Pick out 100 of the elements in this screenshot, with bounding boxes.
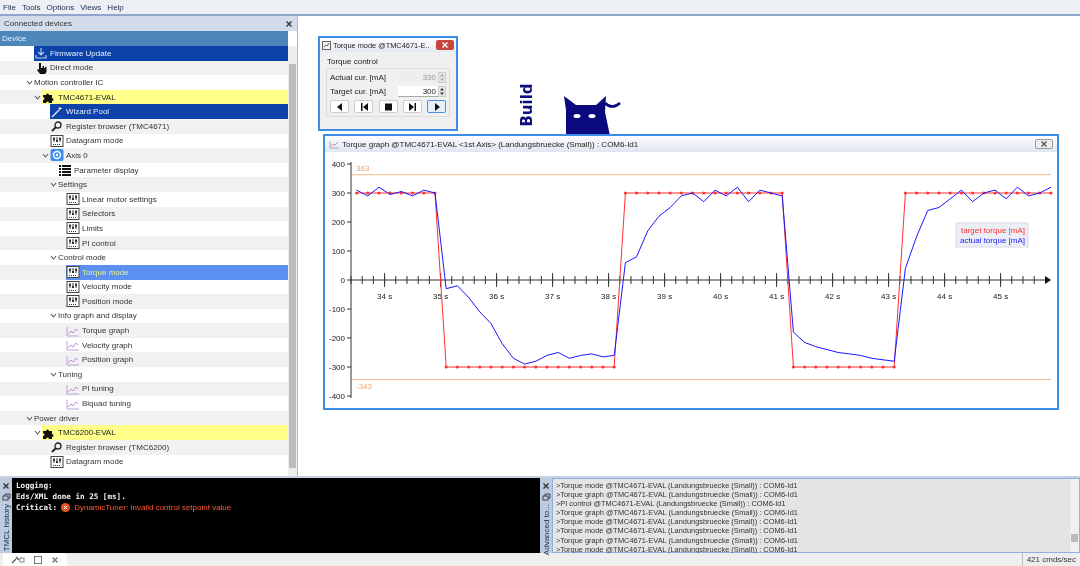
data-point — [758, 191, 762, 195]
tree-item[interactable]: Position graph — [0, 352, 288, 368]
data-point — [355, 191, 359, 195]
menu-item[interactable]: Help — [107, 2, 124, 12]
player-button[interactable] — [330, 100, 349, 113]
data-point — [1004, 191, 1008, 195]
scrollbar[interactable] — [288, 46, 297, 476]
sliders-icon — [50, 134, 64, 147]
scrollbar[interactable] — [1070, 479, 1079, 552]
hand-pointer-icon — [34, 61, 48, 74]
chevron-down-icon[interactable] — [50, 254, 57, 262]
line-chart-icon — [66, 382, 80, 395]
data-point — [1015, 191, 1019, 195]
window-title: Torque graph @TMC4671-EVAL <1st Axis> (Landungsbruecke (Small)) : COM6-Id1 — [342, 139, 639, 149]
axis-tick-label: 42 s — [825, 292, 841, 301]
player-button[interactable] — [427, 100, 446, 113]
list-icon — [58, 164, 72, 177]
tree-item[interactable]: Axis 0 — [0, 148, 288, 163]
data-point — [635, 191, 639, 195]
side-tab[interactable]: Advanced to... — [541, 504, 551, 556]
close-icon[interactable] — [2, 482, 10, 490]
data-point — [366, 191, 370, 195]
data-point — [892, 365, 896, 369]
skip-start-icon — [358, 101, 369, 112]
line-chart-icon — [329, 139, 339, 149]
error-icon — [61, 503, 71, 512]
magnifier-icon — [50, 120, 64, 133]
tree-item[interactable]: Register browser (TMC6200) — [0, 440, 288, 455]
data-point — [791, 365, 795, 369]
close-icon[interactable] — [542, 482, 550, 490]
axis-tick-label: 39 s — [657, 292, 673, 301]
data-point — [399, 191, 403, 195]
data-point — [847, 365, 851, 369]
axis-tick-label: -100 — [329, 305, 345, 314]
sliders-icon — [66, 207, 80, 220]
data-point — [467, 365, 471, 369]
data-point — [915, 191, 919, 195]
axis-tick-label: 38 s — [601, 292, 617, 301]
close-button[interactable] — [1035, 139, 1053, 149]
close-icon — [1040, 140, 1048, 148]
spin-button[interactable] — [438, 86, 446, 97]
sliders-icon — [66, 222, 80, 235]
stop-icon — [383, 101, 393, 112]
chevron-down-icon[interactable] — [34, 93, 41, 101]
axis-tick-label: 45 s — [993, 292, 1009, 301]
data-point — [825, 365, 829, 369]
sliders-icon — [66, 295, 80, 308]
data-point — [881, 365, 885, 369]
data-point — [982, 191, 986, 195]
menu-item[interactable]: Options — [46, 2, 75, 12]
axis-tick-label: 41 s — [769, 292, 785, 301]
close-icon[interactable] — [285, 19, 293, 28]
tree-item[interactable]: Torque graph — [0, 323, 288, 338]
chevron-down-icon[interactable] — [26, 79, 33, 86]
player-button[interactable] — [354, 100, 374, 113]
target-icon — [50, 149, 64, 162]
maximize-icon[interactable] — [34, 555, 42, 564]
axis-tick-label: 300 — [331, 189, 345, 198]
data-point — [803, 365, 807, 369]
float-icon[interactable] — [1, 493, 11, 501]
data-point — [579, 365, 583, 369]
sliders-icon — [66, 280, 80, 293]
panel-title: Connected devices — [4, 19, 73, 28]
menu-item[interactable]: Tools — [21, 2, 41, 12]
data-point — [545, 365, 549, 369]
axis-tick-label: 43 s — [881, 292, 897, 301]
data-point — [993, 191, 997, 195]
data-point — [556, 365, 560, 369]
legend-label: actual torque [mA] — [960, 236, 1025, 245]
chevron-down-icon[interactable] — [42, 151, 49, 159]
data-point — [814, 365, 818, 369]
menu-item[interactable]: Views — [80, 2, 102, 12]
data-point — [937, 191, 941, 195]
side-tab[interactable]: TMCL history — [1, 504, 11, 552]
chevron-down-icon[interactable] — [50, 181, 57, 189]
axis-tick-label: 44 s — [937, 292, 953, 301]
number-field[interactable]: 300 — [398, 86, 438, 97]
close-icon[interactable] — [51, 555, 59, 564]
line-chart-icon — [66, 353, 80, 366]
chevron-down-icon[interactable] — [26, 414, 33, 422]
menu-item[interactable]: File — [3, 2, 16, 12]
pin-icon[interactable] — [11, 555, 25, 564]
player-button[interactable] — [402, 100, 422, 113]
data-point — [455, 365, 459, 369]
sliders-icon — [50, 455, 64, 468]
puzzle-piece-icon — [42, 91, 56, 104]
chevron-down-icon[interactable] — [50, 370, 57, 378]
close-button[interactable] — [436, 40, 454, 50]
field-label: Target cur. [mA] — [330, 87, 387, 96]
tree-item[interactable]: Position mode — [0, 294, 288, 309]
line-chart-icon — [66, 397, 80, 410]
player-button[interactable] — [378, 100, 398, 113]
data-point — [859, 365, 863, 369]
data-point — [870, 365, 874, 369]
float-icon[interactable] — [541, 493, 551, 501]
chevron-down-icon[interactable] — [50, 312, 57, 320]
data-point — [377, 191, 381, 195]
limit-label: 363 — [356, 163, 370, 173]
chevron-down-icon[interactable] — [34, 429, 41, 437]
tree-item[interactable]: Settings — [0, 177, 288, 192]
